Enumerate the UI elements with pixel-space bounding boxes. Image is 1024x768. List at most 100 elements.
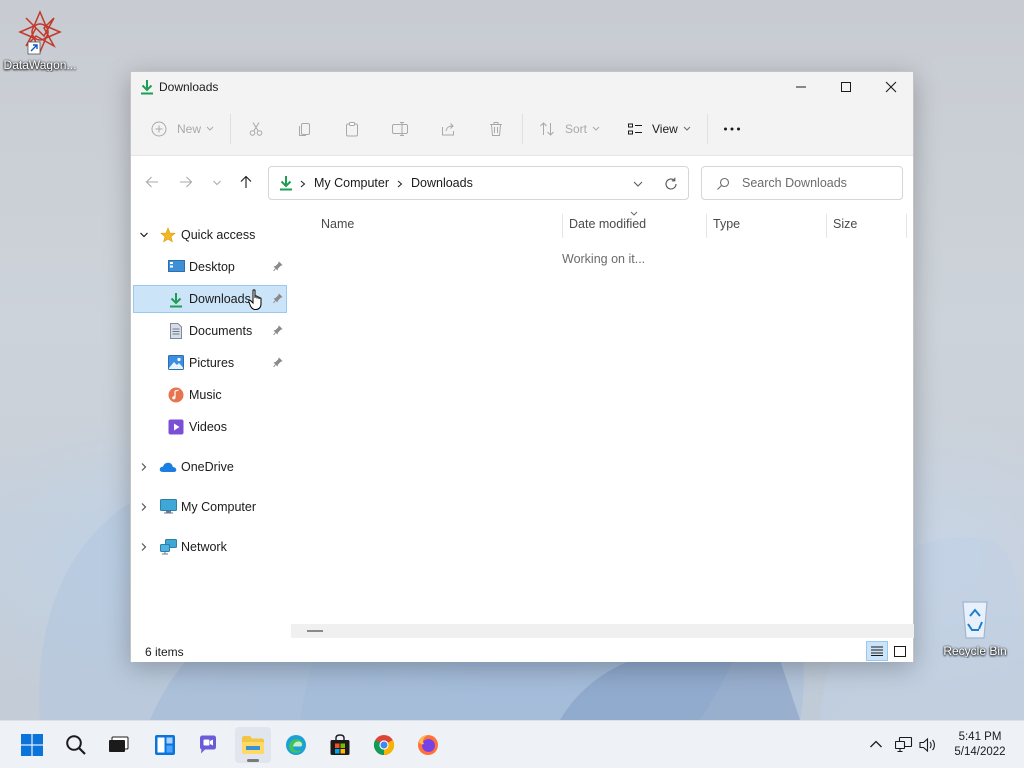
title-bar[interactable]: Downloads: [131, 72, 913, 102]
desktop-icon-datawagon[interactable]: DataWagon...: [0, 8, 80, 72]
column-divider[interactable]: [906, 214, 907, 238]
clock-time: 5:41 PM: [958, 731, 1002, 743]
close-icon: [885, 81, 897, 93]
address-dropdown-chevron-icon[interactable]: [633, 180, 643, 188]
column-header-type[interactable]: Type: [713, 217, 740, 241]
horizontal-scrollbar[interactable]: [291, 624, 914, 638]
share-button[interactable]: [440, 116, 456, 142]
chevron-right-icon[interactable]: [139, 462, 149, 472]
breadcrumb-my-computer[interactable]: My Computer: [314, 176, 389, 190]
system-clock[interactable]: 5:41 PM 5/14/2022: [944, 730, 1016, 760]
nav-item-network[interactable]: Network: [133, 533, 287, 561]
view-list-icon: [628, 123, 642, 135]
details-view-button[interactable]: [866, 641, 888, 661]
back-arrow-icon[interactable]: [145, 175, 159, 189]
scrollbar-thumb[interactable]: [307, 630, 323, 632]
file-explorer-taskbar-button[interactable]: [235, 727, 271, 763]
edge-button[interactable]: [278, 727, 314, 763]
nav-item-onedrive[interactable]: OneDrive: [133, 453, 287, 481]
rename-button[interactable]: [391, 116, 409, 142]
desktop-icon-label: Recycle Bin: [943, 644, 1007, 658]
column-divider[interactable]: [706, 214, 707, 238]
close-button[interactable]: [868, 72, 914, 102]
nav-item-pictures[interactable]: Pictures: [133, 349, 287, 377]
large-icons-view-icon: [894, 645, 906, 657]
start-button[interactable]: [14, 727, 50, 763]
refresh-icon[interactable]: [664, 177, 678, 191]
nav-label: Documents: [189, 324, 253, 338]
tiles-view-button[interactable]: [889, 641, 911, 661]
network-status-icon[interactable]: [895, 736, 913, 754]
videos-icon: [168, 419, 184, 435]
nav-item-desktop[interactable]: Desktop: [133, 253, 287, 281]
cut-button[interactable]: [248, 116, 264, 142]
task-view-button[interactable]: [101, 727, 137, 763]
paste-icon: [346, 122, 358, 137]
chevron-right-icon[interactable]: [397, 180, 403, 188]
nav-label: Pictures: [189, 356, 235, 370]
new-button[interactable]: New: [151, 116, 214, 142]
nav-label: Network: [181, 540, 227, 554]
nav-item-documents[interactable]: Documents: [133, 317, 287, 345]
file-explorer-window: Downloads New Sort View My Computer Down…: [130, 71, 914, 662]
widgets-button[interactable]: [147, 727, 183, 763]
nav-item-my-computer[interactable]: My Computer: [133, 493, 287, 521]
chevron-down-icon: [683, 126, 691, 131]
address-bar[interactable]: My Computer Downloads: [268, 166, 689, 200]
recent-locations-chevron-icon[interactable]: [212, 179, 222, 187]
computer-icon: [160, 499, 177, 514]
breadcrumb-downloads[interactable]: Downloads: [411, 176, 473, 190]
store-button[interactable]: [322, 727, 358, 763]
search-box[interactable]: Search Downloads: [701, 166, 903, 200]
paste-button[interactable]: [344, 116, 360, 142]
chat-icon: [200, 735, 216, 754]
taskbar: 5:41 PM 5/14/2022: [0, 720, 1024, 768]
minimize-button[interactable]: [778, 72, 824, 102]
chat-button[interactable]: [190, 727, 226, 763]
new-label: New: [177, 122, 202, 136]
chevron-right-icon[interactable]: [139, 542, 149, 552]
recycle-bin-icon: [962, 601, 988, 639]
scissors-icon: [249, 122, 263, 136]
hand-cursor-icon: [248, 289, 262, 310]
forward-arrow-icon[interactable]: [179, 175, 193, 189]
up-arrow-icon[interactable]: [239, 175, 253, 189]
loading-message: Working on it...: [562, 252, 646, 266]
windows-logo-icon: [21, 734, 43, 756]
nav-item-videos[interactable]: Videos: [133, 413, 287, 441]
copy-button[interactable]: [297, 116, 313, 142]
nav-quick-access[interactable]: Quick access: [133, 221, 287, 249]
chevron-right-icon[interactable]: [300, 180, 306, 188]
desktop-folder-icon: [168, 260, 185, 272]
column-header-name[interactable]: Name: [321, 217, 354, 241]
datawagon-icon: [18, 10, 62, 55]
chrome-icon: [373, 735, 395, 756]
desktop-icon-recycle-bin[interactable]: Recycle Bin: [935, 596, 1015, 658]
taskbar-search-button[interactable]: [58, 727, 94, 763]
chevron-up-icon[interactable]: [869, 739, 883, 749]
chevron-down-icon: [206, 126, 214, 131]
details-view-icon: [871, 646, 883, 656]
chevron-down-icon[interactable]: [139, 230, 149, 240]
view-button[interactable]: View: [627, 116, 691, 142]
nav-item-music[interactable]: Music: [133, 381, 287, 409]
download-arrow-icon: [170, 293, 182, 308]
column-divider[interactable]: [826, 214, 827, 238]
sort-button[interactable]: Sort: [539, 116, 600, 142]
maximize-button[interactable]: [823, 72, 869, 102]
column-header-date-modified[interactable]: Date modified: [569, 217, 646, 241]
firefox-button[interactable]: [410, 727, 446, 763]
delete-button[interactable]: [488, 116, 504, 142]
column-divider[interactable]: [562, 214, 563, 238]
chevron-right-icon[interactable]: [139, 502, 149, 512]
nav-item-downloads[interactable]: Downloads: [133, 285, 287, 313]
nav-label: Downloads: [189, 292, 251, 306]
chrome-button[interactable]: [366, 727, 402, 763]
nav-label: OneDrive: [181, 460, 234, 474]
column-header-size[interactable]: Size: [833, 217, 857, 241]
search-icon: [717, 177, 730, 190]
volume-icon[interactable]: [919, 737, 937, 753]
view-label: View: [652, 122, 678, 136]
more-options-button[interactable]: [723, 116, 741, 142]
chevron-down-icon: [592, 126, 600, 131]
